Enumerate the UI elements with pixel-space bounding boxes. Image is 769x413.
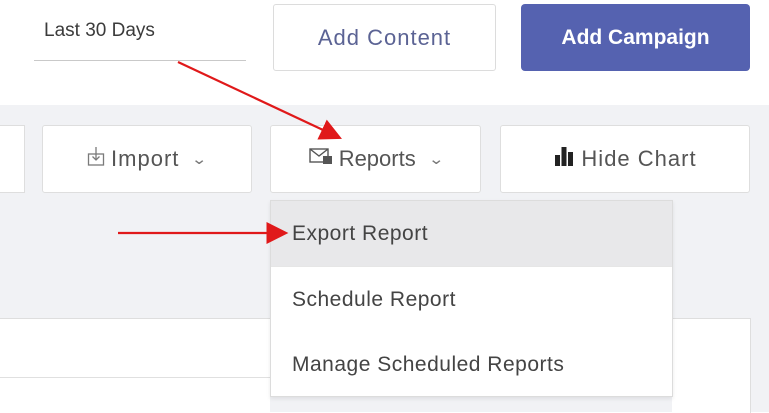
divider: [0, 377, 270, 378]
chevron-down-icon: ⌄: [191, 151, 210, 168]
reports-button[interactable]: Reports ⌄: [270, 125, 481, 193]
reports-dropdown-menu: Export Report Schedule Report Manage Sch…: [270, 200, 673, 397]
import-button[interactable]: Import ⌄: [42, 125, 252, 193]
menu-item-manage-scheduled-reports[interactable]: Manage Scheduled Reports: [271, 332, 672, 397]
date-range-value: Last 30 Days: [44, 20, 155, 41]
hide-chart-label: Hide Chart: [581, 146, 697, 171]
envelope-icon: [308, 147, 333, 171]
add-content-button[interactable]: Add Content: [273, 4, 496, 71]
chevron-down-icon: ⌄: [427, 151, 445, 168]
reports-label: Reports: [338, 146, 416, 171]
menu-item-schedule-report[interactable]: Schedule Report: [271, 267, 672, 332]
toolbar-left-button[interactable]: [0, 125, 25, 193]
content-card: [0, 318, 270, 413]
bar-chart-icon: [553, 145, 575, 173]
date-range-selector[interactable]: Last 30 Days: [34, 10, 246, 61]
content-card-right: [672, 318, 751, 413]
add-campaign-button[interactable]: Add Campaign: [521, 4, 750, 71]
import-label: Import: [111, 146, 180, 171]
import-icon: [87, 146, 105, 172]
top-bar: Last 30 Days Add Content Add Campaign: [0, 0, 769, 105]
menu-item-export-report[interactable]: Export Report: [271, 201, 672, 266]
hide-chart-button[interactable]: Hide Chart: [500, 125, 750, 193]
